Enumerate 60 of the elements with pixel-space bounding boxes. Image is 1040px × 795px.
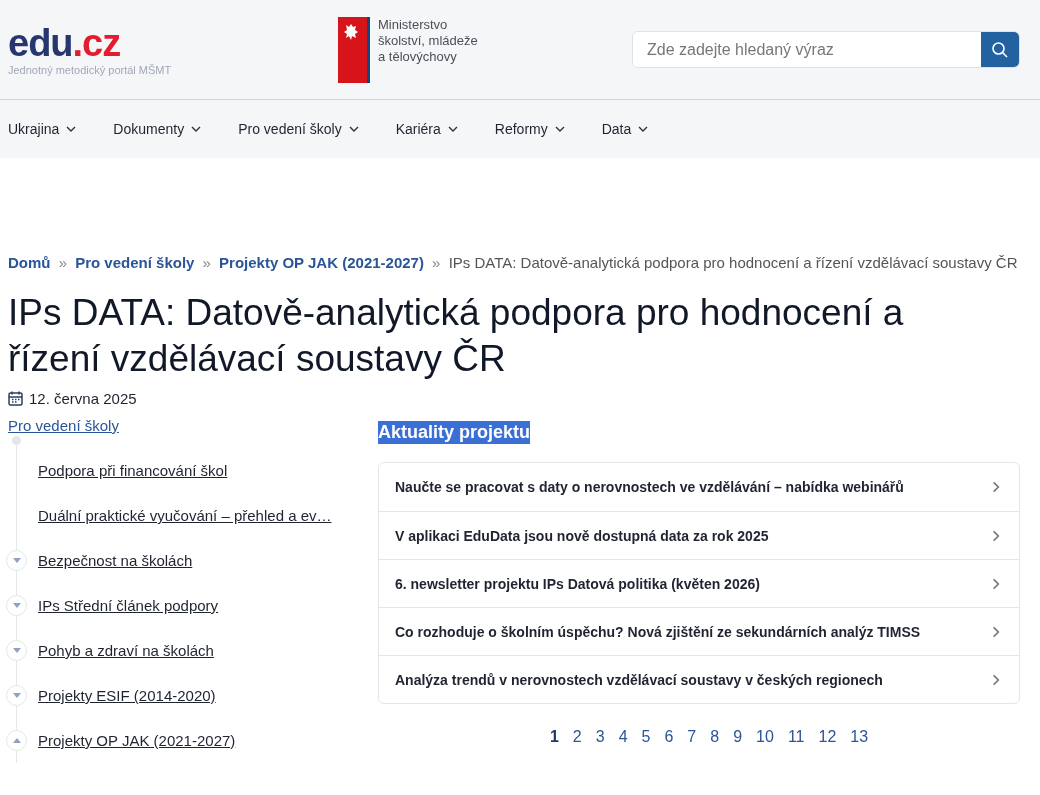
breadcrumb-link[interactable]: Pro vedení školy: [75, 254, 195, 271]
ministry-name: Ministerstvo školství, mládeže a tělovýchovy: [378, 16, 478, 65]
caret-down-icon: [12, 693, 21, 698]
site-logo[interactable]: edu.cz: [8, 23, 338, 62]
page-link[interactable]: 13: [850, 728, 869, 746]
expand-toggle[interactable]: [6, 595, 27, 616]
caret-down-icon: [12, 558, 21, 563]
page-link[interactable]: 7: [687, 728, 697, 746]
sidebar-item[interactable]: Pohyb a zdraví na školách: [38, 642, 214, 659]
expand-toggle[interactable]: [6, 685, 27, 706]
expand-toggle[interactable]: [6, 730, 27, 751]
expand-toggle[interactable]: [6, 550, 27, 571]
breadcrumb-separator: »: [58, 254, 67, 271]
page-link[interactable]: 9: [733, 728, 743, 746]
nav-menu-item[interactable]: Kariéra: [395, 121, 459, 137]
nav-menu-item[interactable]: Ukrajina: [8, 121, 78, 137]
nav-menu-item[interactable]: Reformy: [494, 121, 566, 137]
news-item[interactable]: 6. newsletter projektu IPs Datová politika (květen 2026): [379, 559, 1019, 607]
sidebar-item[interactable]: Duální praktické vyučování – přehled a ev…: [38, 507, 332, 524]
page-link[interactable]: 12: [818, 728, 837, 746]
publish-date: 12. června 2025: [29, 390, 137, 407]
sidebar-parent-link[interactable]: Pro vedení školy: [8, 417, 350, 434]
search-icon: [991, 40, 1009, 59]
caret-down-icon: [12, 648, 21, 653]
breadcrumb-current: IPs DATA: Datově-analytická podpora pro hodnocení a řízení vzdělávací soustavy ČR: [448, 254, 1018, 271]
page-link[interactable]: 6: [664, 728, 674, 746]
news-item[interactable]: Co rozhoduje o školním úspěchu? Nová zjištění ze sekundárních analýz TIMSS: [379, 607, 1019, 655]
page-link[interactable]: 10: [756, 728, 774, 746]
page-title: IPs DATA: Datově-analytická podpora pro hodnocení a řízení vzdělávací soustavy ČR: [8, 291, 905, 381]
search-button[interactable]: [981, 32, 1019, 67]
breadcrumb-link[interactable]: Projekty OP JAK (2021-2027): [219, 254, 424, 271]
calendar-icon: [8, 391, 23, 406]
sidebar-item[interactable]: IPs Střední článek podpory: [38, 597, 219, 614]
expand-toggle[interactable]: [6, 640, 27, 661]
news-item[interactable]: Naučte se pracovat s daty o nerovnostech ve vzdělávání – nabídka webinářů: [379, 463, 1019, 511]
page-link[interactable]: 2: [572, 728, 582, 746]
page-link[interactable]: 11: [787, 728, 805, 746]
news-item[interactable]: Analýza trendů v nerovnostech vzdělávací soustavy v českých regionech: [379, 655, 1019, 703]
nav-menu-item[interactable]: Data: [601, 121, 650, 137]
caret-down-icon: [12, 603, 21, 608]
sidebar-item[interactable]: Projekty ESIF (2014-2020): [38, 687, 216, 704]
caret-up-icon: [12, 738, 21, 743]
section-heading: Aktuality projektu: [378, 421, 531, 444]
news-item[interactable]: V aplikaci EduData jsou nově dostupná data za rok 2025: [379, 511, 1019, 559]
page-link[interactable]: 1: [549, 728, 559, 746]
sidebar-item[interactable]: Projekty OP JAK (2021-2027): [38, 732, 236, 749]
breadcrumb-separator: »: [432, 254, 441, 271]
search-field[interactable]: Zde zadejte hledaný výraz: [632, 31, 1020, 68]
site-tagline: Jednotný metodický portál MŠMT: [8, 63, 173, 76]
nav-menu-item[interactable]: Dokumenty: [113, 121, 203, 137]
page-link[interactable]: 8: [710, 728, 720, 746]
nav-menu-item[interactable]: Pro vedení školy: [238, 121, 360, 137]
sidebar-item[interactable]: Bezpečnost na školách: [38, 552, 193, 569]
ministry-emblem-icon: [338, 16, 370, 83]
page-link[interactable]: 5: [641, 728, 651, 746]
sidebar-item[interactable]: Podpora při financování škol: [38, 462, 228, 479]
page-link[interactable]: 3: [595, 728, 605, 746]
breadcrumb-separator: »: [202, 254, 211, 271]
page-link[interactable]: 4: [618, 728, 628, 746]
breadcrumb-link[interactable]: Domů: [8, 254, 51, 271]
